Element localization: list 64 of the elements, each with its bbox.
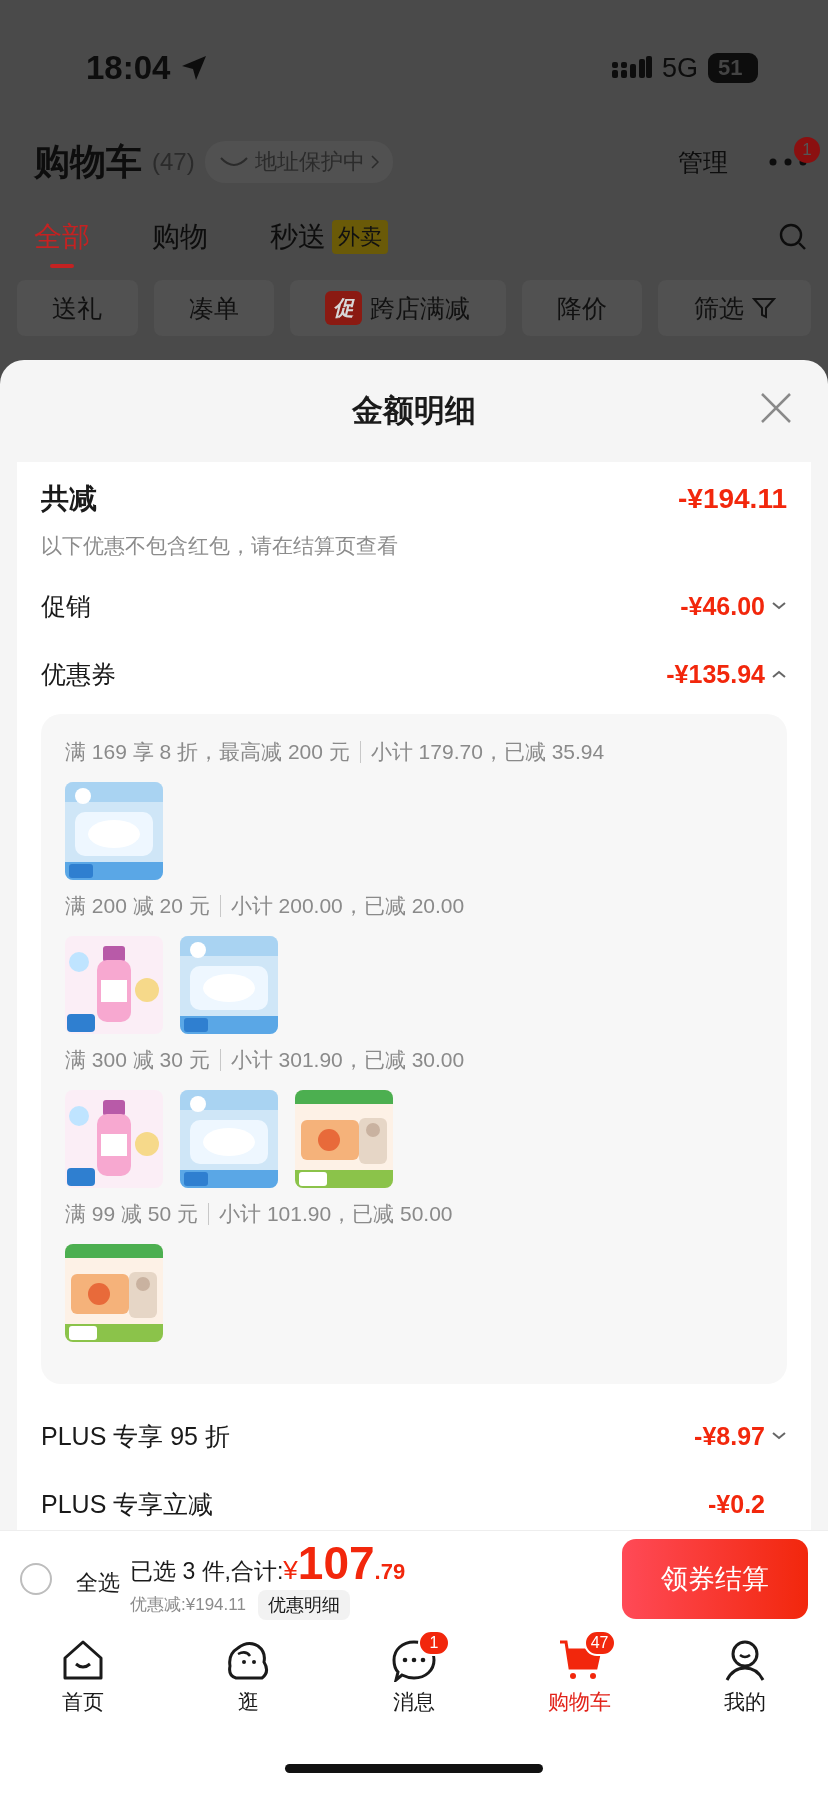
discount-amount: -¥8.97 <box>694 1421 765 1451</box>
select-all-checkbox[interactable] <box>20 1562 52 1595</box>
chevron-down-icon[interactable] <box>771 1431 787 1441</box>
filter-chip[interactable]: 促 跨店满减 <box>290 280 506 336</box>
coupon-subtotal: 小计 200.00，已减 20.00 <box>229 893 465 919</box>
discount-amount: -¥135.94 <box>666 659 765 689</box>
filter-chip[interactable]: 送礼 <box>17 280 138 336</box>
sheet-title: 金额明细 <box>352 392 476 430</box>
nav-label: 逛 <box>237 1689 259 1715</box>
discount-label: PLUS 专享立减 <box>41 1488 214 1520</box>
coupon-rule: 满 169 享 8 折，最高减 200 元 <box>65 741 361 763</box>
currency-symbol: ¥ <box>283 1554 298 1586</box>
search-icon[interactable] <box>778 222 808 252</box>
selection-summary: 已选 3 件,合计: <box>130 1556 284 1586</box>
promo-tag: 促 <box>325 291 363 325</box>
coupon-subtotal: 小计 101.90，已减 50.00 <box>218 1201 453 1227</box>
nav-label: 购物车 <box>548 1689 612 1715</box>
count-badge: 1 <box>418 1630 450 1656</box>
nav-label: 我的 <box>724 1689 767 1715</box>
discount-label: PLUS 专享 95 折 <box>41 1420 230 1452</box>
delivery-tag: 外卖 <box>332 220 388 254</box>
note-text: 以下优惠不包含红包，请在结算页查看 <box>41 533 399 559</box>
network-label: 5G <box>661 52 698 84</box>
filter-chip[interactable]: 凑单 <box>153 280 275 336</box>
coupon-rule: 满 99 减 50 元 <box>65 1203 210 1225</box>
clock-time: 18:04 <box>86 49 171 87</box>
manage-link[interactable]: 管理 <box>678 145 728 179</box>
filter-chip[interactable]: 筛选 <box>658 280 811 336</box>
page-title: 购物车 <box>34 139 142 184</box>
nav-tab[interactable]: 逛 <box>165 1626 332 1744</box>
price-decimals: .79 <box>374 1558 406 1585</box>
chevron-down-icon[interactable] <box>771 601 787 611</box>
nav-tab[interactable]: 首页 <box>0 1626 166 1744</box>
nav-tab[interactable]: 我的 <box>662 1626 828 1744</box>
category-tab[interactable]: 购物 <box>152 204 208 270</box>
filter-chip[interactable]: 降价 <box>521 280 643 336</box>
discount-amount: -¥0.2 <box>708 1489 765 1519</box>
total-label: 共减 <box>41 482 97 516</box>
chat-bubble-icon <box>392 1638 436 1682</box>
coupon-rule: 满 200 减 20 元 <box>65 895 221 917</box>
coupon-subtotal: 小计 301.90，已减 30.00 <box>229 1047 465 1073</box>
select-all-label[interactable]: 全选 <box>76 1567 120 1598</box>
nav-label: 消息 <box>393 1689 435 1715</box>
discount-summary: 优惠减:¥194.11 <box>130 1594 246 1616</box>
total-amount: -¥194.11 <box>678 483 787 515</box>
funnel-icon <box>751 296 776 320</box>
coupon-subtotal: 小计 179.70，已减 35.94 <box>369 739 605 765</box>
count-badge: 47 <box>583 1630 616 1656</box>
location-arrow-icon <box>180 54 209 82</box>
checkout-button[interactable]: 领券结算 <box>622 1538 808 1619</box>
close-icon[interactable] <box>760 392 792 424</box>
category-tab[interactable]: 秒送 外卖 <box>270 204 388 270</box>
chevron-right-icon <box>370 155 379 169</box>
coupon-rule: 满 300 减 30 元 <box>65 1049 221 1071</box>
notification-badge: 1 <box>794 137 820 163</box>
chevron-up-icon[interactable] <box>771 669 787 679</box>
discount-detail-button[interactable]: 优惠明细 <box>257 1589 350 1620</box>
nav-tab[interactable]: 47 购物车 <box>496 1626 663 1744</box>
nav-label: 首页 <box>61 1689 104 1715</box>
discount-label: 促销 <box>41 590 91 622</box>
nav-tab[interactable]: 1 消息 <box>331 1626 497 1744</box>
total-price: 107 <box>297 1537 375 1588</box>
discount-label: 优惠券 <box>41 658 116 690</box>
discount-amount: -¥46.00 <box>680 591 765 621</box>
